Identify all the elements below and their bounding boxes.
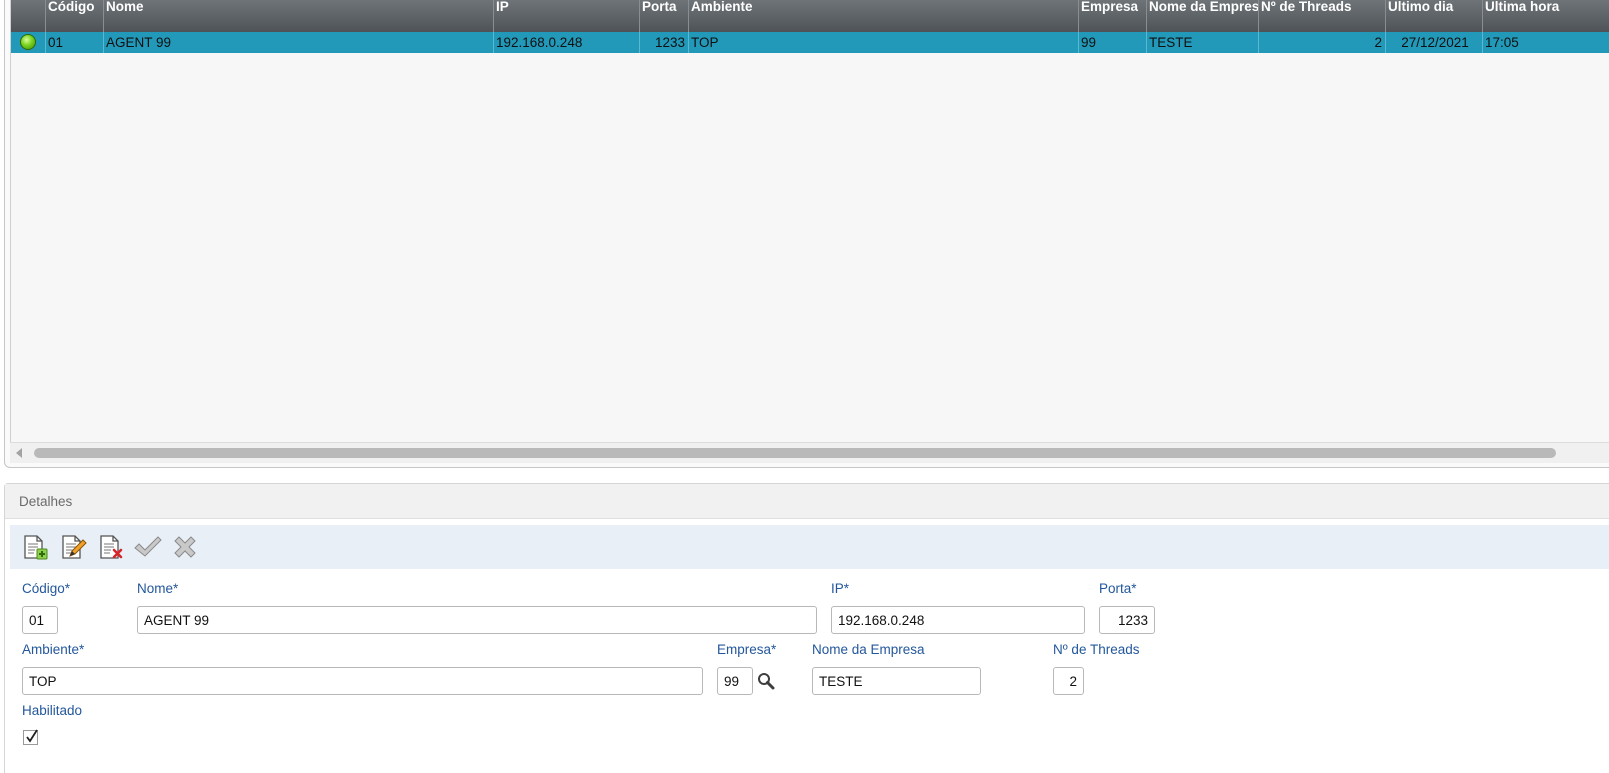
details-title: Detalhes: [5, 484, 1609, 519]
cell-empresa: 99: [1079, 32, 1147, 53]
column-header-ultima-hora[interactable]: Ultima hora: [1483, 0, 1609, 32]
nome-input[interactable]: [137, 606, 817, 634]
cell-threads: 2: [1259, 32, 1386, 53]
ambiente-label: Ambiente*: [22, 642, 85, 657]
nome-empresa-input[interactable]: [812, 667, 981, 695]
habilitado-label: Habilitado: [22, 703, 83, 718]
cell-nome: AGENT 99: [104, 32, 494, 53]
nome-label: Nome*: [137, 581, 179, 596]
column-header-nome[interactable]: Nome: [104, 0, 494, 32]
column-header-nome-empresa[interactable]: Nome da Empresa: [1147, 0, 1259, 32]
cancel-button[interactable]: [170, 532, 200, 562]
delete-button[interactable]: [96, 532, 126, 562]
check-icon: [134, 536, 162, 557]
edit-button[interactable]: [58, 532, 88, 562]
details-toolbar: [10, 525, 1609, 569]
confirm-button[interactable]: [132, 532, 162, 562]
status-cell: [11, 32, 46, 53]
grid-header: Código Nome IP Porta Ambiente Empresa No…: [11, 0, 1609, 32]
empresa-label: Empresa*: [717, 642, 777, 657]
ambiente-input[interactable]: [22, 667, 703, 695]
column-header-empresa[interactable]: Empresa: [1079, 0, 1147, 32]
agents-grid-panel: Código Nome IP Porta Ambiente Empresa No…: [4, 0, 1609, 468]
codigo-label: Código*: [22, 581, 71, 596]
new-document-icon: [24, 535, 48, 560]
empresa-search-button[interactable]: [756, 671, 776, 691]
cell-ip: 192.168.0.248: [494, 32, 640, 53]
cell-codigo: 01: [46, 32, 104, 53]
details-panel: Detalhes Código* 01 Nome* AGENT 99 IP* 1…: [4, 483, 1609, 773]
scroll-left-arrow-icon[interactable]: [16, 448, 22, 458]
empresa-input[interactable]: [717, 667, 753, 695]
delete-document-icon: [100, 535, 123, 559]
checkmark-icon: [26, 729, 38, 743]
threads-label: Nº de Threads: [1053, 642, 1140, 657]
column-header-status[interactable]: [11, 0, 46, 32]
porta-input[interactable]: [1099, 606, 1155, 634]
column-header-porta[interactable]: Porta: [640, 0, 689, 32]
cell-nome-empresa: TESTE: [1147, 32, 1259, 53]
column-header-ip[interactable]: IP: [494, 0, 640, 32]
horizontal-scrollbar[interactable]: [10, 442, 1609, 463]
cell-ultima-hora: 17:05: [1483, 32, 1609, 53]
column-header-threads[interactable]: Nº de Threads: [1259, 0, 1386, 32]
cell-ultimo-dia: 27/12/2021: [1386, 32, 1483, 53]
cell-ambiente: TOP: [689, 32, 1079, 53]
threads-input[interactable]: [1053, 667, 1084, 695]
column-header-ambiente[interactable]: Ambiente: [689, 0, 1079, 32]
scrollbar-thumb[interactable]: [34, 448, 1556, 458]
codigo-input[interactable]: [22, 606, 58, 634]
edit-document-icon: [62, 535, 87, 559]
cell-porta: 1233: [640, 32, 689, 53]
green-status-icon: [20, 34, 36, 50]
column-header-ultimo-dia[interactable]: Ultimo dia: [1386, 0, 1483, 32]
ip-input[interactable]: [831, 606, 1085, 634]
nome-empresa-label: Nome da Empresa: [812, 642, 925, 657]
close-icon: [174, 536, 196, 558]
search-icon: [758, 673, 775, 690]
new-button[interactable]: [20, 532, 50, 562]
table-row[interactable]: 01 AGENT 99 192.168.0.248 1233 TOP 99 TE…: [11, 32, 1609, 53]
habilitado-checkbox[interactable]: [23, 729, 38, 745]
ip-label: IP*: [831, 581, 850, 596]
column-header-codigo[interactable]: Código: [46, 0, 104, 32]
agents-grid: Código Nome IP Porta Ambiente Empresa No…: [10, 0, 1609, 462]
porta-label: Porta*: [1099, 581, 1137, 596]
